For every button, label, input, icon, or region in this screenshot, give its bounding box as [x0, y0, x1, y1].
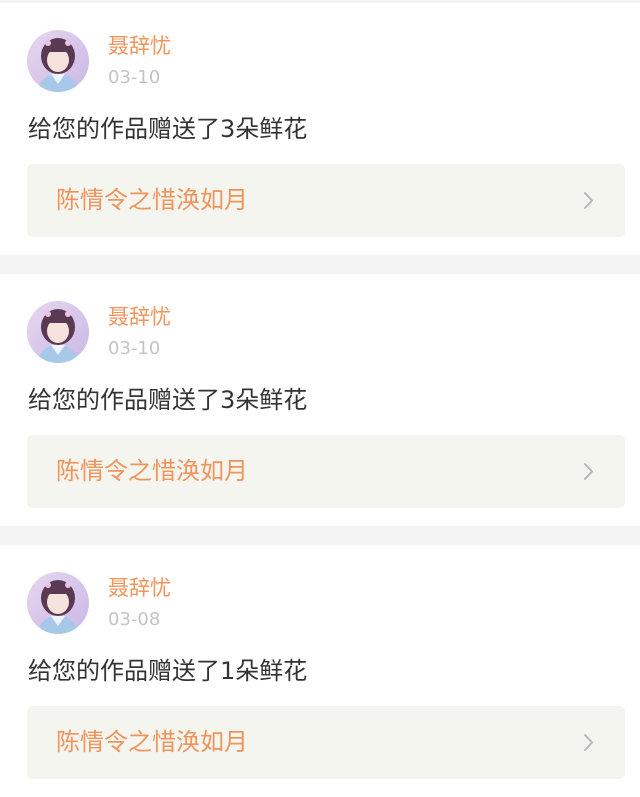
work-link[interactable]: 陈情令之惜涣如月	[27, 435, 625, 508]
avatar-girl-portrait-icon	[27, 301, 89, 363]
chevron-right-icon	[584, 734, 593, 751]
work-link[interactable]: 陈情令之惜涣如月	[27, 706, 625, 779]
user-avatar[interactable]	[27, 30, 89, 92]
notification-card: 聂辞忧 03-08 给您的作品赠送了1朵鲜花 陈情令之惜涣如月	[0, 545, 640, 797]
notification-feed: 聂辞忧 03-10 给您的作品赠送了3朵鲜花 陈情令之惜涣如月 聂辞忧 03-1…	[0, 0, 640, 797]
work-title: 陈情令之惜涣如月	[56, 186, 248, 214]
username[interactable]: 聂辞忧	[108, 575, 171, 601]
avatar-girl-portrait-icon	[27, 572, 89, 634]
username[interactable]: 聂辞忧	[108, 304, 171, 330]
avatar-girl-portrait-icon	[27, 30, 89, 92]
username[interactable]: 聂辞忧	[108, 33, 171, 59]
work-link[interactable]: 陈情令之惜涣如月	[27, 164, 625, 237]
timestamp: 03-08	[108, 609, 161, 630]
timestamp: 03-10	[108, 67, 161, 88]
work-title: 陈情令之惜涣如月	[56, 728, 248, 756]
gift-message: 给您的作品赠送了1朵鲜花	[28, 657, 308, 685]
chevron-right-icon	[584, 192, 593, 209]
work-title: 陈情令之惜涣如月	[56, 457, 248, 485]
notification-card: 聂辞忧 03-10 给您的作品赠送了3朵鲜花 陈情令之惜涣如月	[0, 3, 640, 255]
gift-message: 给您的作品赠送了3朵鲜花	[28, 115, 308, 143]
timestamp: 03-10	[108, 338, 161, 359]
user-avatar[interactable]	[27, 301, 89, 363]
gift-message: 给您的作品赠送了3朵鲜花	[28, 386, 308, 414]
notification-card: 聂辞忧 03-10 给您的作品赠送了3朵鲜花 陈情令之惜涣如月	[0, 274, 640, 526]
chevron-right-icon	[584, 463, 593, 480]
user-avatar[interactable]	[27, 572, 89, 634]
